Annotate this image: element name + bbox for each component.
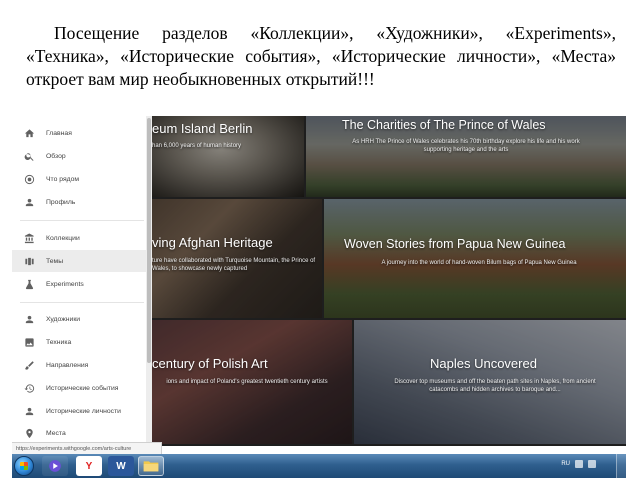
flask-icon	[12, 279, 46, 290]
start-button[interactable]	[14, 456, 34, 476]
sidebar-item-places[interactable]: Места	[12, 422, 146, 444]
brush-icon	[12, 360, 46, 371]
sidebar-nav: Главная Обзор Что рядом Профиль Коллекци…	[12, 116, 152, 442]
sidebar-item-label: Профиль	[46, 198, 76, 206]
sidebar-divider	[20, 220, 144, 221]
image-icon	[12, 337, 46, 348]
sidebar-item-themes[interactable]: Темы	[12, 250, 146, 272]
windows-taskbar: Y W RU	[12, 454, 626, 478]
browser-screenshot: Главная Обзор Что рядом Профиль Коллекци…	[12, 116, 626, 478]
sidebar-item-label: Что рядом	[46, 175, 80, 183]
sidebar-item-profile[interactable]: Профиль	[12, 191, 146, 213]
language-indicator[interactable]: RU	[561, 461, 570, 467]
theme-icon	[12, 256, 46, 267]
show-desktop-button[interactable]	[616, 454, 626, 478]
sidebar-divider	[20, 302, 144, 303]
sidebar-item-experiments[interactable]: Experiments	[12, 273, 146, 295]
person-icon	[12, 197, 46, 208]
sidebar-item-label: Художники	[46, 315, 81, 323]
sidebar-item-historical-figures[interactable]: Исторические личности	[12, 400, 146, 422]
tile-subtitle: ions and impact of Poland's greatest twe…	[166, 379, 328, 385]
location-icon	[12, 174, 46, 185]
tile-charities-prince-of-wales[interactable]: The Charities of The Prince of Wales As …	[306, 116, 626, 197]
file-explorer-icon[interactable]	[138, 456, 164, 476]
search-icon	[12, 151, 46, 162]
yandex-browser-icon[interactable]: Y	[76, 456, 102, 476]
tile-subtitle: han 6,000 years of human history	[152, 143, 242, 149]
tile-naples-uncovered[interactable]: Naples Uncovered Discover top museums an…	[354, 320, 626, 444]
sidebar-item-artists[interactable]: Художники	[12, 308, 146, 330]
scrollbar-thumb[interactable]	[147, 118, 151, 363]
sidebar-item-label: Обзор	[46, 152, 66, 160]
network-icon[interactable]	[575, 460, 583, 468]
sidebar-item-label: Места	[46, 429, 66, 437]
person-icon	[12, 314, 46, 325]
sidebar-item-nearby[interactable]: Что рядом	[12, 168, 146, 190]
sidebar-item-home[interactable]: Главная	[12, 122, 146, 144]
sidebar-item-label: Направления	[46, 361, 89, 369]
system-tray: RU	[561, 460, 596, 468]
sidebar-item-collections[interactable]: Коллекции	[12, 227, 146, 249]
tile-title: The Charities of The Prince of Wales	[342, 118, 546, 132]
tile-afghan-heritage[interactable]: ving Afghan Heritage ture have collabora…	[152, 199, 322, 318]
sidebar-item-label: Темы	[46, 257, 64, 265]
person-icon	[12, 406, 46, 417]
tile-subtitle: Discover top museums and off the beaten …	[394, 379, 596, 393]
home-icon	[12, 128, 46, 139]
sidebar-item-label: Техника	[46, 338, 72, 346]
sidebar-item-mediums[interactable]: Техника	[12, 331, 146, 353]
sidebar-item-label: Исторические личности	[46, 407, 121, 415]
tile-title: eum Island Berlin	[152, 121, 253, 136]
sidebar-item-historical-events[interactable]: Исторические события	[12, 377, 146, 399]
tile-papua-new-guinea[interactable]: Woven Stories from Papua New Guinea A jo…	[324, 199, 626, 318]
pin-icon	[12, 428, 46, 439]
status-bar-url: https://experiments.withgoogle.com/arts-…	[12, 442, 162, 454]
slide-caption: Посещение разделов «Коллекции», «Художни…	[26, 23, 616, 89]
tile-title: century of Polish Art	[152, 356, 268, 371]
windows-media-player-icon[interactable]	[42, 456, 68, 476]
tile-title: ving Afghan Heritage	[152, 235, 273, 250]
sidebar-item-label: Коллекции	[46, 234, 80, 242]
sidebar-item-label: Исторические события	[46, 384, 119, 392]
word-icon[interactable]: W	[108, 456, 134, 476]
tile-title: Woven Stories from Papua New Guinea	[344, 237, 566, 251]
sidebar-item-label: Главная	[46, 129, 72, 137]
story-grid: eum Island Berlin han 6,000 years of hum…	[152, 116, 626, 446]
sidebar-item-label: Experiments	[46, 280, 84, 288]
tile-title: Naples Uncovered	[430, 356, 537, 371]
tile-subtitle: As HRH The Prince of Wales celebrates hi…	[352, 139, 580, 153]
tile-polish-art[interactable]: century of Polish Art ions and impact of…	[152, 320, 352, 444]
sidebar-item-movements[interactable]: Направления	[12, 354, 146, 376]
history-icon	[12, 383, 46, 394]
volume-icon[interactable]	[588, 460, 596, 468]
tile-museum-island-berlin[interactable]: eum Island Berlin han 6,000 years of hum…	[152, 116, 304, 197]
sidebar-item-overview[interactable]: Обзор	[12, 145, 146, 167]
tile-subtitle: A journey into the world of hand-woven B…	[381, 260, 577, 266]
tile-subtitle: ture have collaborated with Turquoise Mo…	[152, 258, 316, 272]
museum-icon	[12, 232, 46, 244]
